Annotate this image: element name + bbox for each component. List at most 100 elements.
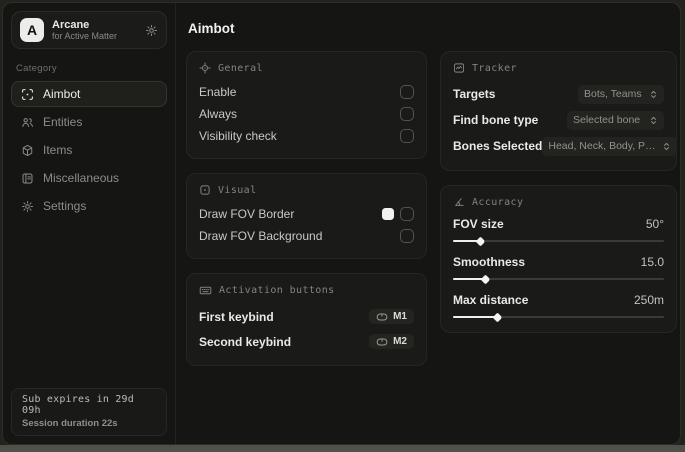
find-bone-type-dropdown[interactable]: Selected bone (567, 110, 664, 130)
keybind-label: Second keybind (199, 334, 292, 349)
max-distance-slider[interactable] (453, 312, 664, 322)
slider-label: Smoothness (453, 255, 526, 269)
slider-group-smoothness: Smoothness 15.0 (453, 253, 664, 284)
dropdown-label: Find bone type (453, 113, 539, 127)
visibility-check-checkbox[interactable] (400, 129, 414, 143)
panel-list-icon (21, 172, 34, 185)
unfold-icon (649, 90, 658, 99)
keyboard-icon (199, 284, 212, 297)
general-card-header: General (199, 62, 414, 74)
slider-label: Max distance (453, 293, 529, 307)
sidebar-item-settings[interactable]: Settings (11, 193, 167, 219)
setting-label: Enable (199, 85, 237, 99)
keybind-row-second: Second keybind M2 (199, 329, 414, 354)
slider-value: 15.0 (640, 255, 664, 269)
slider-value: 50° (645, 217, 664, 231)
slider-label: FOV size (453, 217, 504, 231)
mouse-icon (376, 337, 388, 347)
people-icon (21, 116, 34, 129)
accuracy-card: Accuracy FOV size 50° Smoothness 15.0 Ma… (440, 185, 677, 333)
subscription-info-card: Sub expires in 29d 09h Session duration … (11, 388, 167, 436)
enable-checkbox[interactable] (400, 85, 414, 99)
angle-icon (453, 196, 465, 208)
activity-icon (453, 62, 465, 74)
second-keybind-button[interactable]: M2 (369, 334, 414, 349)
card-header-label: Accuracy (472, 196, 524, 208)
first-keybind-button[interactable]: M1 (369, 309, 414, 324)
sub-expiry-text: Sub expires in 29d 09h (22, 394, 134, 416)
sidebar-item-entities[interactable]: Entities (11, 109, 167, 135)
crosshair-scan-icon (21, 88, 34, 101)
brand-logo: A (20, 18, 44, 42)
sidebar: A Arcane for Active Matter Category Aimb… (3, 3, 176, 444)
keybind-value: M1 (393, 311, 407, 322)
slider-thumb[interactable] (492, 312, 503, 322)
fov-border-color-swatch[interactable] (382, 208, 394, 220)
slider-thumb[interactable] (480, 274, 491, 284)
dropdown-value: Bots, Teams (584, 88, 642, 100)
keybind-label: First keybind (199, 309, 274, 324)
slider-group-max-distance: Max distance 250m (453, 291, 664, 322)
mouse-icon (376, 312, 388, 322)
cube-icon (21, 144, 34, 157)
tracker-row-bones-selected: Bones Selected Head, Neck, Body, Pe... (453, 133, 678, 159)
accuracy-card-header: Accuracy (453, 196, 664, 208)
dropdown-label: Targets (453, 87, 496, 101)
keybind-row-first: First keybind M1 (199, 304, 414, 329)
setting-row-fov-background: Draw FOV Background (199, 225, 414, 247)
card-header-label: Visual (218, 184, 257, 196)
activation-card-header: Activation buttons (199, 284, 414, 297)
slider-group-fov-size: FOV size 50° (453, 215, 664, 246)
sidebar-nav: Aimbot Entities Items Miscellaneous Sett… (11, 81, 167, 219)
setting-row-fov-border: Draw FOV Border (199, 203, 414, 225)
sidebar-item-miscellaneous[interactable]: Miscellaneous (11, 165, 167, 191)
setting-row-enable: Enable (199, 81, 414, 103)
smoothness-slider[interactable] (453, 274, 664, 284)
keybind-value: M2 (393, 336, 407, 347)
brand-card: A Arcane for Active Matter (11, 11, 167, 49)
brand-subtitle: for Active Matter (52, 31, 118, 42)
slider-value: 250m (633, 293, 664, 307)
cheat-menu-window: A Arcane for Active Matter Category Aimb… (2, 2, 681, 445)
visual-card-header: Visual (199, 184, 414, 196)
gear-icon (21, 200, 34, 213)
card-header-label: General (218, 62, 263, 74)
screen-dot-icon (199, 184, 211, 196)
sidebar-item-label: Settings (43, 199, 87, 213)
dropdown-value: Selected bone (573, 114, 641, 126)
setting-label: Draw FOV Border (199, 207, 295, 221)
category-label: Category (16, 63, 57, 74)
desktop-background: A Arcane for Active Matter Category Aimb… (0, 0, 685, 452)
page-title: Aimbot (188, 21, 235, 36)
gear-icon[interactable] (145, 24, 158, 37)
visual-card: Visual Draw FOV Border Draw FOV Backgrou… (186, 173, 427, 259)
fov-background-checkbox[interactable] (400, 229, 414, 243)
general-card: General Enable Always Visibility check (186, 51, 427, 159)
card-header-label: Activation buttons (219, 285, 335, 296)
bones-selected-dropdown[interactable]: Head, Neck, Body, Pe... (542, 136, 678, 156)
sidebar-item-items[interactable]: Items (11, 137, 167, 163)
tracker-card-header: Tracker (453, 62, 664, 74)
sidebar-item-aimbot[interactable]: Aimbot (11, 81, 167, 107)
setting-label: Visibility check (199, 129, 277, 143)
fov-size-slider[interactable] (453, 236, 664, 246)
slider-fill (453, 316, 498, 318)
targets-dropdown[interactable]: Bots, Teams (578, 84, 664, 104)
setting-label: Draw FOV Background (199, 229, 323, 243)
brand-title: Arcane (52, 18, 90, 31)
sidebar-item-label: Aimbot (43, 87, 81, 101)
tracker-card: Tracker Targets Bots, Teams Find bone ty… (440, 51, 678, 171)
tracker-row-bone-type: Find bone type Selected bone (453, 107, 664, 133)
unfold-icon (649, 116, 658, 125)
sidebar-item-label: Entities (43, 115, 83, 129)
activation-buttons-card: Activation buttons First keybind M1 Seco… (186, 273, 427, 366)
brand-text: Arcane for Active Matter (52, 19, 137, 42)
always-checkbox[interactable] (400, 107, 414, 121)
slider-thumb[interactable] (475, 236, 486, 246)
main-content: Aimbot General Enable Always Visibility … (176, 3, 680, 444)
dropdown-label: Bones Selected (453, 139, 543, 153)
right-column: Tracker Targets Bots, Teams Find bone ty… (440, 51, 678, 347)
fov-border-checkbox[interactable] (400, 207, 414, 221)
tracker-row-targets: Targets Bots, Teams (453, 81, 664, 107)
setting-row-visibility-check: Visibility check (199, 125, 414, 147)
